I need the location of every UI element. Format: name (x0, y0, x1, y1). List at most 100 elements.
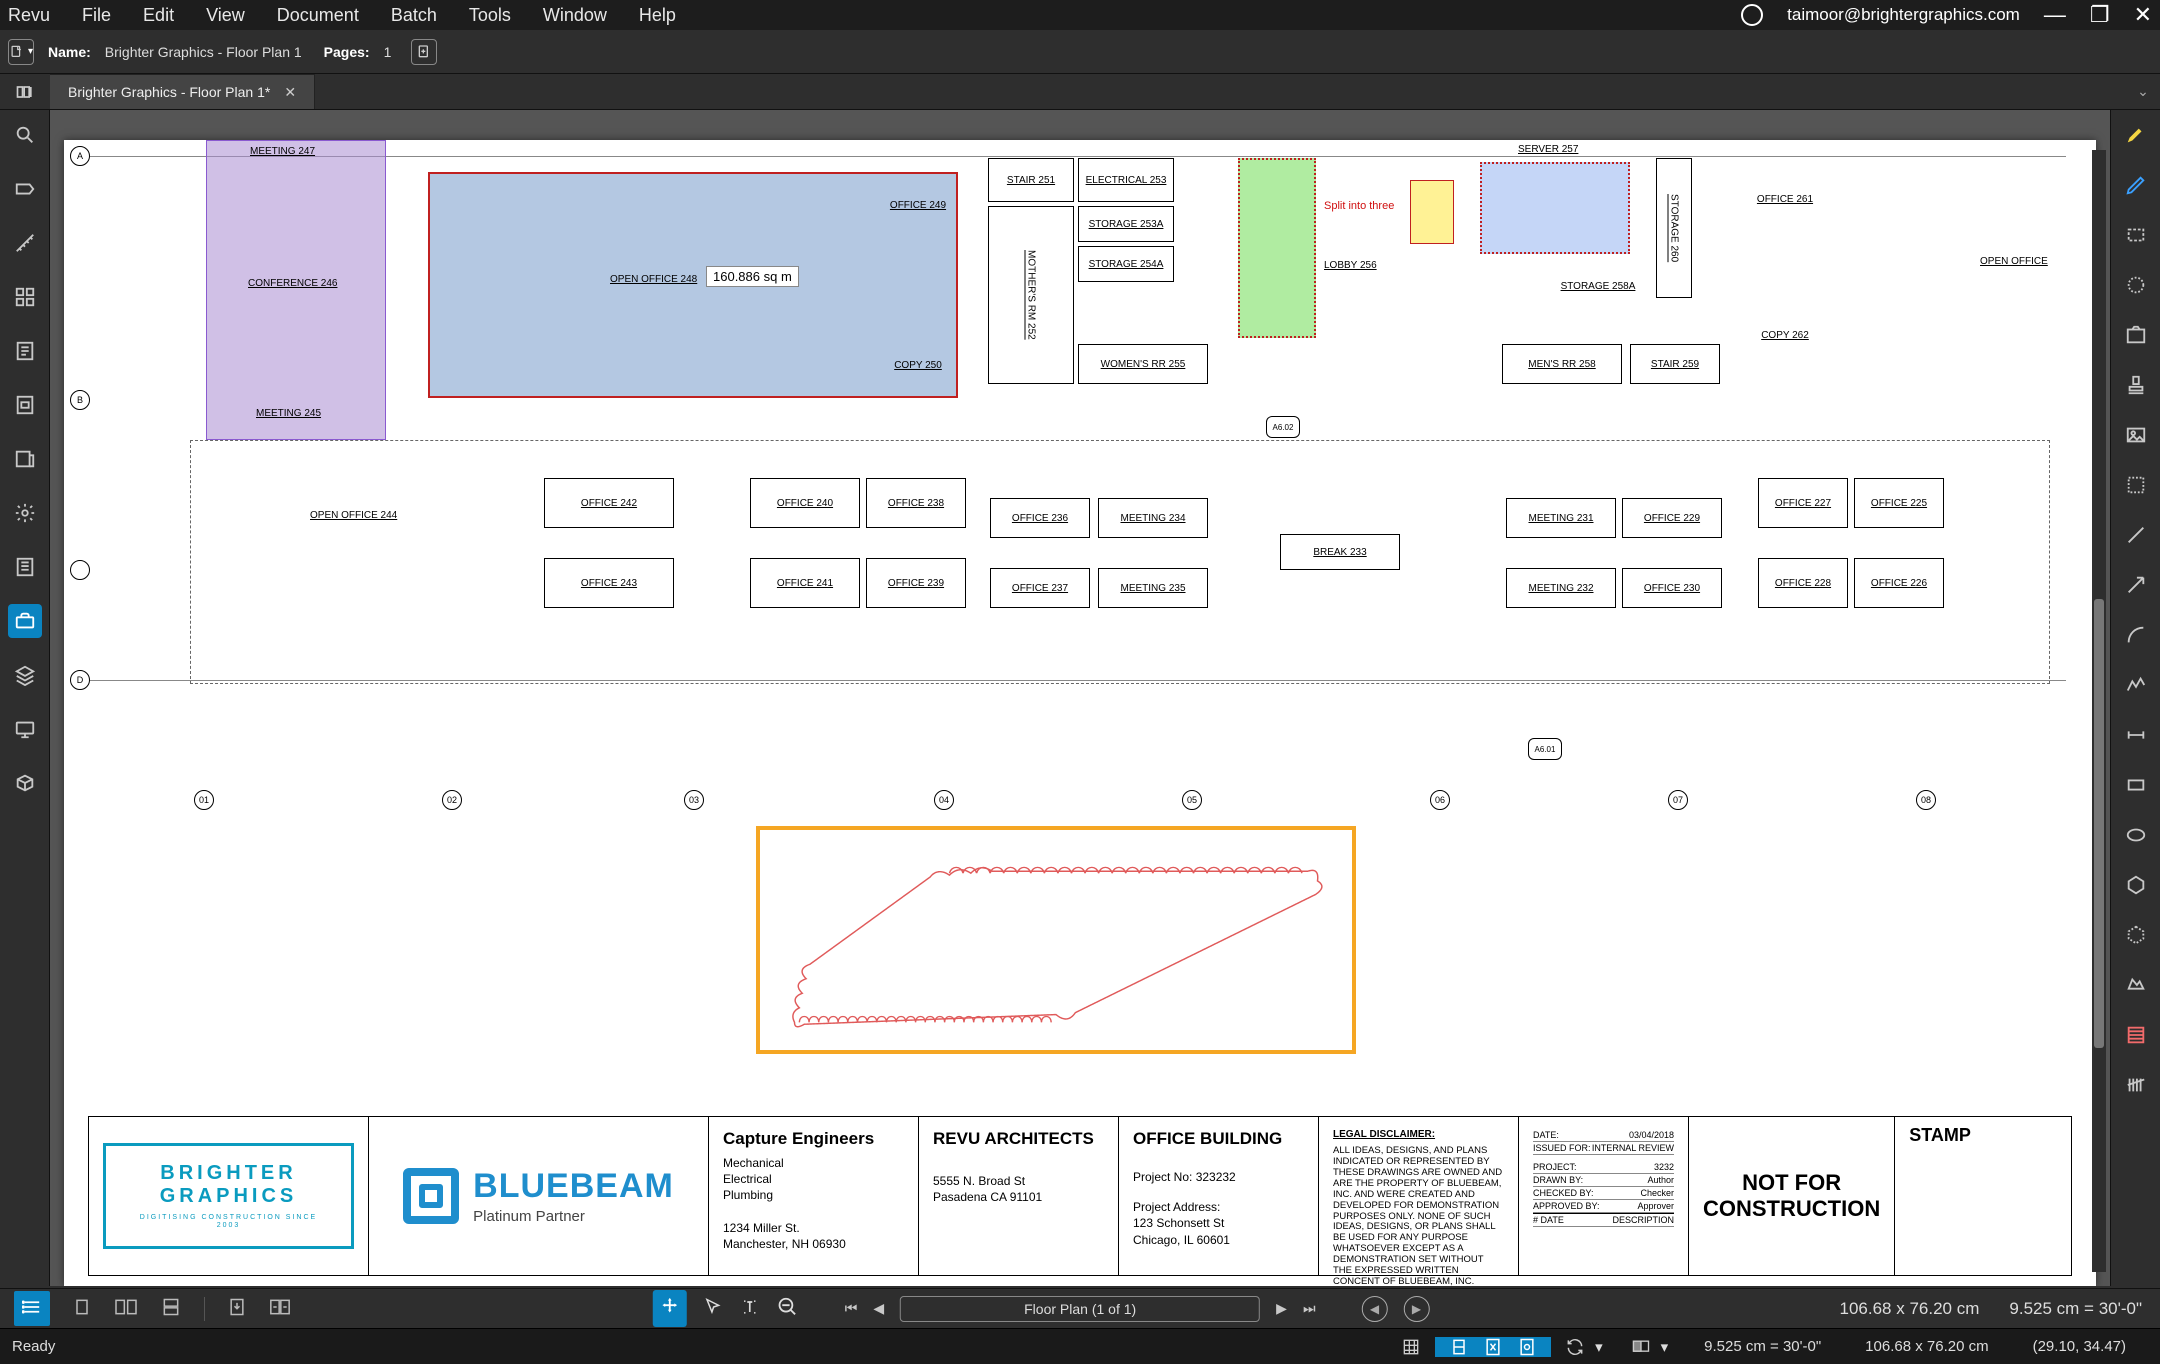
prev-page-icon[interactable]: ◀ (873, 1300, 884, 1317)
grid-d: D (70, 670, 90, 690)
name-value: Brighter Graphics - Floor Plan 1 (105, 44, 302, 60)
highlighter-icon[interactable] (2119, 118, 2153, 152)
cloud-annotation-frame[interactable] (756, 826, 1356, 1054)
dimmer-group[interactable]: ▾ (1617, 1337, 1683, 1357)
pan-icon[interactable] (653, 1290, 687, 1327)
dimension-icon[interactable] (2119, 718, 2153, 752)
single-page-icon[interactable] (72, 1297, 92, 1320)
tabs-overflow-button[interactable]: ⌄ (2126, 74, 2160, 109)
bg-line1: BRIGHTER (128, 1162, 329, 1185)
document-tab-title: Brighter Graphics - Floor Plan 1* (68, 84, 270, 100)
properties-icon[interactable] (8, 550, 42, 584)
window-minimize-icon[interactable]: — (2044, 2, 2066, 28)
hatch-icon[interactable] (2119, 1018, 2153, 1052)
image-icon[interactable] (2119, 418, 2153, 452)
menu-file[interactable]: File (82, 5, 111, 26)
polygon-icon[interactable] (2119, 868, 2153, 902)
takeoff-green[interactable] (1238, 158, 1316, 338)
sync-group[interactable]: ▾ (1551, 1337, 1617, 1357)
markup-tag-icon[interactable] (8, 172, 42, 206)
menu-revu[interactable]: Revu (8, 5, 50, 26)
pages-value: 1 (384, 44, 392, 60)
next-page-icon[interactable]: ▶ (1276, 1300, 1287, 1317)
count-icon[interactable] (2119, 1068, 2153, 1102)
rectangle-icon[interactable] (2119, 768, 2153, 802)
snap-modes-group[interactable] (1435, 1337, 1551, 1357)
select-icon[interactable] (703, 1297, 723, 1320)
grid-06: 06 (1430, 790, 1450, 810)
page-indicator[interactable]: Floor Plan (1 of 1) (900, 1296, 1260, 1322)
room-copy-250: COPY 250 (882, 340, 954, 390)
measure-icon[interactable] (8, 226, 42, 260)
next-view-icon[interactable]: ▶ (1404, 1296, 1430, 1322)
line-icon[interactable] (2119, 518, 2153, 552)
document-tab[interactable]: Brighter Graphics - Floor Plan 1* ✕ (50, 74, 315, 109)
navigation-bar: ⏮ ◀ Floor Plan (1 of 1) ▶ ⏭ ◀ ▶ 106.68 x… (0, 1288, 2160, 1328)
3d-icon[interactable] (8, 766, 42, 800)
gear-icon[interactable] (8, 496, 42, 530)
arc-icon[interactable] (2119, 618, 2153, 652)
status-ready: Ready (12, 1338, 55, 1355)
toolchest-icon[interactable] (8, 604, 42, 638)
takeoff-yellow[interactable] (1410, 180, 1454, 244)
menu-tools[interactable]: Tools (469, 5, 511, 26)
crop-icon[interactable] (2119, 468, 2153, 502)
ellipse-icon[interactable] (2119, 818, 2153, 852)
document-menu-button[interactable] (8, 39, 34, 65)
form-icon[interactable] (8, 334, 42, 368)
menu-view[interactable]: View (206, 5, 245, 26)
room-open-office-248: OPEN OFFICE 248 (610, 274, 697, 285)
menu-edit[interactable]: Edit (143, 5, 174, 26)
links-icon[interactable] (8, 388, 42, 422)
window-restore-icon[interactable]: ❐ (2090, 2, 2110, 28)
arrow-icon[interactable] (2119, 568, 2153, 602)
tab-close-icon[interactable]: ✕ (284, 84, 296, 101)
legal-body: ALL IDEAS, DESIGNS, AND PLANS INDICATED … (1333, 1146, 1504, 1286)
first-page-icon[interactable]: ⏮ (845, 1300, 858, 1317)
text-select-icon[interactable] (739, 1297, 761, 1320)
takeoff-open-office[interactable] (428, 172, 958, 398)
stamp-icon[interactable] (2119, 368, 2153, 402)
rect-select-icon[interactable] (2119, 218, 2153, 252)
takeoff-server[interactable] (1480, 162, 1630, 254)
menu-batch[interactable]: Batch (391, 5, 437, 26)
pen-icon[interactable] (2119, 168, 2153, 202)
bluebeam-mark-icon (403, 1168, 459, 1224)
cloud-icon[interactable] (2119, 268, 2153, 302)
vertical-scrollbar[interactable] (2092, 150, 2106, 1272)
import-page-icon[interactable] (227, 1297, 247, 1320)
last-page-icon[interactable]: ⏭ (1303, 1300, 1316, 1317)
grid-03: 03 (684, 790, 704, 810)
zoom-out-icon[interactable] (777, 1296, 799, 1321)
grid-icon[interactable] (8, 280, 42, 314)
layers-icon[interactable] (8, 658, 42, 692)
tb-nfc: NOT FOR CONSTRUCTION (1689, 1117, 1895, 1275)
split-horizontal-icon[interactable] (160, 1297, 182, 1320)
takeoff-conference[interactable] (206, 140, 386, 440)
grid-snap-group[interactable] (1387, 1337, 1435, 1357)
add-page-button[interactable] (411, 39, 437, 65)
signatures-icon[interactable] (8, 442, 42, 476)
tb-capture: Capture Engineers Mechanical Electrical … (709, 1117, 919, 1275)
menu-help[interactable]: Help (639, 5, 676, 26)
status-scale[interactable]: 9.525 cm = 30'-0" (1682, 1338, 1843, 1355)
panel-list-icon[interactable] (14, 1291, 50, 1326)
account-email[interactable]: taimoor@brightergraphics.com (1787, 5, 2020, 25)
search-icon[interactable] (8, 118, 42, 152)
polyline-icon[interactable] (2119, 668, 2153, 702)
capture-head: Capture Engineers (723, 1129, 904, 1149)
snapshot-icon[interactable] (2119, 318, 2153, 352)
document-canvas[interactable]: A B D 01 02 03 04 05 06 07 08 MEETING 24… (50, 110, 2110, 1286)
thumbnails-tab-button[interactable] (0, 74, 50, 109)
window-close-icon[interactable]: ✕ (2134, 2, 2152, 28)
menu-window[interactable]: Window (543, 5, 607, 26)
sketch-cloud-icon[interactable] (2119, 968, 2153, 1002)
callout-poly-icon[interactable] (2119, 918, 2153, 952)
studio-icon[interactable] (8, 712, 42, 746)
room-stair-251: STAIR 251 (988, 158, 1074, 202)
grid-05: 05 (1182, 790, 1202, 810)
split-vertical-icon[interactable] (114, 1297, 138, 1320)
menu-document[interactable]: Document (277, 5, 359, 26)
prev-view-icon[interactable]: ◀ (1362, 1296, 1388, 1322)
compare-icon[interactable] (269, 1297, 291, 1320)
